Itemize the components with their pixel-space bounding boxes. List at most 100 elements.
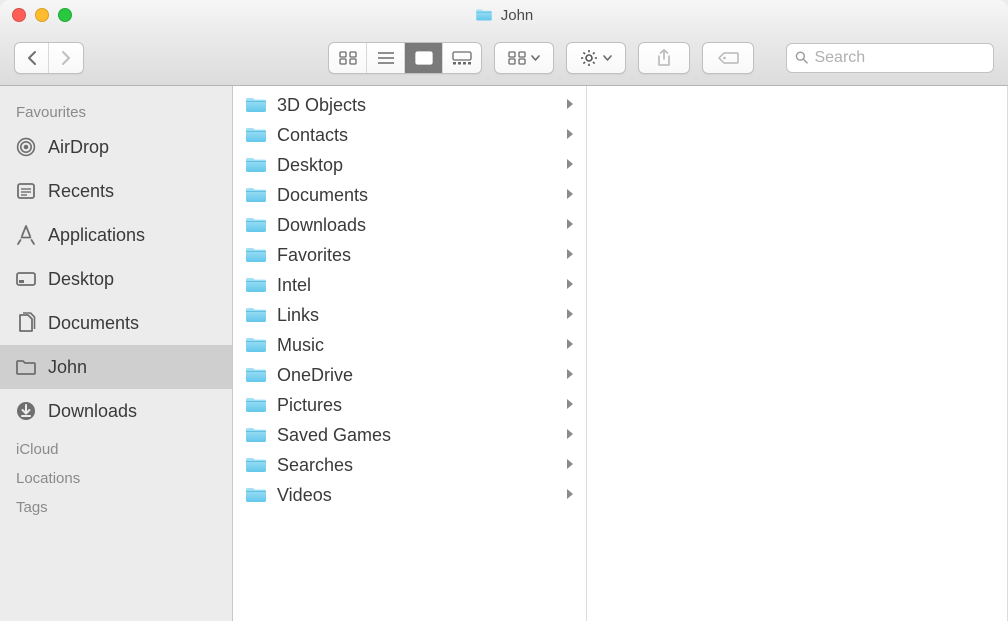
column-2 xyxy=(587,86,1008,621)
folder-row[interactable]: Contacts xyxy=(233,120,586,150)
folder-label: Links xyxy=(277,305,557,326)
folder-label: Favorites xyxy=(277,245,557,266)
chevron-right-icon xyxy=(567,308,574,323)
sidebar-heading-tags: Tags xyxy=(0,491,232,520)
column-1: 3D Objects Contacts DesktopDocuments Downlo… xyxy=(233,86,587,621)
folder-row[interactable]: Intel xyxy=(233,270,586,300)
list-view-button[interactable] xyxy=(367,43,405,73)
columns-icon xyxy=(415,51,433,65)
tag-icon xyxy=(717,51,739,65)
folder-label: Searches xyxy=(277,455,557,476)
folder-row[interactable]: Videos xyxy=(233,480,586,510)
sidebar-heading-icloud: iCloud xyxy=(0,433,232,462)
recents-icon xyxy=(14,180,38,202)
chevron-right-icon xyxy=(567,158,574,173)
folder-row[interactable]: OneDrive xyxy=(233,360,586,390)
chevron-right-icon xyxy=(567,218,574,233)
arrange-button[interactable] xyxy=(495,43,553,73)
chevron-right-icon xyxy=(567,248,574,263)
list-icon xyxy=(377,51,395,65)
folder-icon xyxy=(245,216,267,234)
chevron-right-icon xyxy=(567,488,574,503)
window-title: John xyxy=(501,7,534,24)
folder-row[interactable]: Links xyxy=(233,300,586,330)
folder-row[interactable]: Desktop xyxy=(233,150,586,180)
search-input[interactable] xyxy=(814,49,985,67)
chevron-right-icon xyxy=(567,278,574,293)
folder-row[interactable]: Documents xyxy=(233,180,586,210)
column-view-button[interactable] xyxy=(405,43,443,73)
action-button[interactable] xyxy=(567,43,625,73)
share-button[interactable] xyxy=(639,43,689,73)
folder-icon xyxy=(245,426,267,444)
gear-icon xyxy=(580,49,598,67)
action-segment xyxy=(566,42,626,74)
gallery-view-button[interactable] xyxy=(443,43,481,73)
folder-row[interactable]: Favorites xyxy=(233,240,586,270)
folder-row[interactable]: 3D Objects xyxy=(233,90,586,120)
folder-label: Videos xyxy=(277,485,557,506)
sidebar-item-john[interactable]: John xyxy=(0,345,232,389)
sidebar-item-airdrop[interactable]: AirDrop xyxy=(0,125,232,169)
zoom-window-button[interactable] xyxy=(58,8,72,22)
folder-icon xyxy=(245,486,267,504)
title-folder-icon xyxy=(475,8,493,22)
close-window-button[interactable] xyxy=(12,8,26,22)
folder-icon xyxy=(245,186,267,204)
folder-icon xyxy=(245,396,267,414)
folder-row[interactable]: Downloads xyxy=(233,210,586,240)
nav-segment xyxy=(14,42,84,74)
folder-label: Saved Games xyxy=(277,425,557,446)
chevron-right-icon xyxy=(567,338,574,353)
sidebar: Favourites AirDrop Recents Applications … xyxy=(0,86,233,621)
gallery-icon xyxy=(452,51,472,65)
chevron-right-icon xyxy=(567,368,574,383)
downloads-icon xyxy=(14,400,38,422)
view-segment xyxy=(328,42,482,74)
arrange-icon xyxy=(508,51,526,65)
chevron-down-icon xyxy=(603,55,612,61)
folder-icon xyxy=(245,96,267,114)
search-icon xyxy=(795,50,808,65)
chevron-right-icon xyxy=(60,50,72,66)
folder-label: Pictures xyxy=(277,395,557,416)
sidebar-item-label: AirDrop xyxy=(48,137,109,158)
folder-icon xyxy=(245,336,267,354)
chevron-right-icon xyxy=(567,188,574,203)
share-segment xyxy=(638,42,690,74)
grid-icon xyxy=(339,51,357,65)
folder-icon xyxy=(245,306,267,324)
sidebar-item-label: Documents xyxy=(48,313,139,334)
sidebar-heading-favourites: Favourites xyxy=(0,96,232,125)
folder-row[interactable]: Searches xyxy=(233,450,586,480)
tags-button[interactable] xyxy=(703,43,753,73)
back-button[interactable] xyxy=(15,43,49,73)
column-browser: 3D Objects Contacts DesktopDocuments Downlo… xyxy=(233,86,1008,621)
sidebar-item-applications[interactable]: Applications xyxy=(0,213,232,257)
minimize-window-button[interactable] xyxy=(35,8,49,22)
folder-label: Contacts xyxy=(277,125,557,146)
folder-row[interactable]: Music xyxy=(233,330,586,360)
search-box[interactable] xyxy=(786,43,994,73)
sidebar-item-label: Applications xyxy=(48,225,145,246)
icon-view-button[interactable] xyxy=(329,43,367,73)
folder-label: 3D Objects xyxy=(277,95,557,116)
sidebar-item-label: Downloads xyxy=(48,401,137,422)
sidebar-item-desktop[interactable]: Desktop xyxy=(0,257,232,301)
documents-icon xyxy=(14,312,38,334)
titlebar: John xyxy=(0,0,1008,30)
forward-button[interactable] xyxy=(49,43,83,73)
folder-row[interactable]: Saved Games xyxy=(233,420,586,450)
sidebar-item-downloads[interactable]: Downloads xyxy=(0,389,232,433)
sidebar-item-documents[interactable]: Documents xyxy=(0,301,232,345)
folder-label: Downloads xyxy=(277,215,557,236)
folder-row[interactable]: Pictures xyxy=(233,390,586,420)
folder-icon xyxy=(245,246,267,264)
chevron-right-icon xyxy=(567,428,574,443)
folder-icon xyxy=(14,358,38,376)
tags-segment xyxy=(702,42,754,74)
sidebar-item-recents[interactable]: Recents xyxy=(0,169,232,213)
chevron-right-icon xyxy=(567,398,574,413)
share-icon xyxy=(656,49,672,67)
sidebar-item-label: John xyxy=(48,357,87,378)
